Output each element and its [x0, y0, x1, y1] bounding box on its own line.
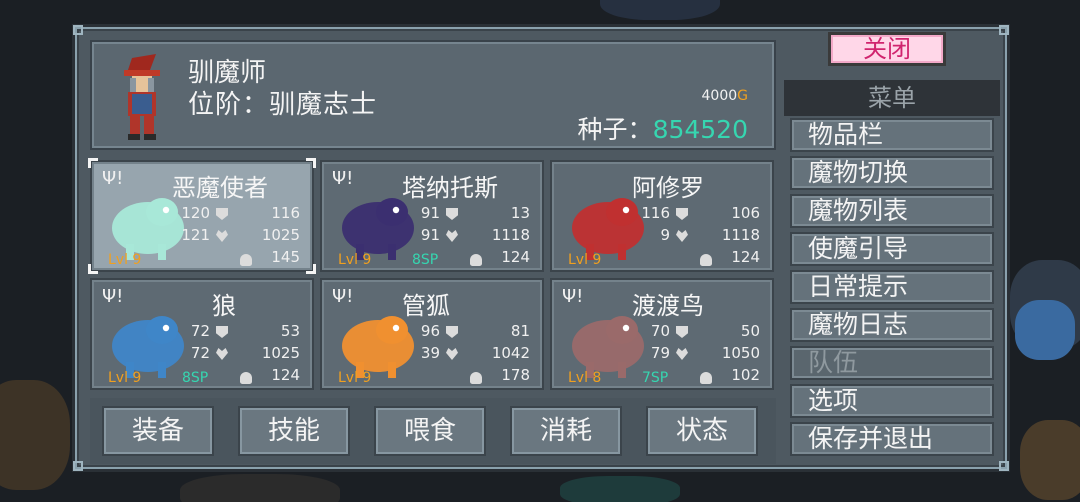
menu-item-monster-list[interactable]: 魔物列表 — [790, 194, 994, 228]
monster-level: Lvl 9 — [108, 252, 142, 268]
player-rank: 位阶：驯魔志士 — [188, 90, 378, 120]
monster-name: 狼 — [212, 292, 236, 320]
stat-defense: 13 — [510, 204, 530, 222]
stat-magic: 121 — [181, 226, 210, 244]
shield-icon — [676, 326, 688, 338]
shield-icon — [216, 326, 228, 338]
stat-attack: 70 — [650, 322, 670, 340]
stat-defense: 81 — [510, 322, 530, 340]
stat-mana: 145 — [271, 248, 300, 266]
consume-button[interactable]: 消耗 — [510, 406, 622, 456]
card-demon-envoy[interactable]: Ψ! 恶魔使者 120 116 121 1025 145 Lvl 9 — [88, 158, 316, 274]
heart-icon — [216, 230, 228, 242]
mana-icon — [470, 254, 482, 266]
feed-button[interactable]: 喂食 — [374, 406, 486, 456]
monster-skill-points: 8SP — [182, 370, 209, 386]
stat-attack: 91 — [420, 204, 440, 222]
selection-corner — [306, 264, 316, 274]
stat-magic: 9 — [660, 226, 670, 244]
player-portrait — [124, 54, 160, 140]
stat-health: 1118 — [721, 226, 760, 244]
status-button[interactable]: 状态 — [646, 406, 758, 456]
mana-icon — [700, 254, 712, 266]
stat-magic: 72 — [190, 344, 210, 362]
shield-icon — [676, 208, 688, 220]
monster-skill-points: 7SP — [642, 370, 669, 386]
stat-magic: 91 — [420, 226, 440, 244]
selection-corner — [306, 158, 316, 168]
stat-health: 1042 — [491, 344, 530, 362]
shield-icon — [446, 208, 458, 220]
seed-display: 种子：854520 — [577, 115, 748, 144]
menu-item-options[interactable]: 选项 — [790, 384, 994, 418]
stat-magic: 79 — [650, 344, 670, 362]
player-info-panel: 驯魔师 位阶：驯魔志士 4000G 种子：854520 — [90, 40, 776, 150]
card-dodo[interactable]: Ψ! 渡渡鸟 70 50 79 1050 102 Lvl 8 7SP — [550, 278, 774, 390]
stat-mana: 124 — [501, 248, 530, 266]
card-thanatos[interactable]: Ψ! 塔纳托斯 91 13 91 1118 124 Lvl 9 8SP — [320, 160, 544, 272]
shield-icon — [446, 326, 458, 338]
monster-name: 管狐 — [402, 292, 450, 320]
monster-name: 渡渡鸟 — [632, 292, 704, 320]
stat-mana: 124 — [731, 248, 760, 266]
menu-item-monster-journal[interactable]: 魔物日志 — [790, 308, 994, 342]
card-asura[interactable]: 阿修罗 116 106 9 1118 124 Lvl 9 — [550, 160, 774, 272]
stat-health: 1118 — [491, 226, 530, 244]
selection-corner — [88, 158, 98, 168]
monster-level: Lvl 9 — [108, 370, 142, 386]
skills-button[interactable]: 技能 — [238, 406, 350, 456]
mana-icon — [240, 254, 252, 266]
stat-mana: 102 — [731, 366, 760, 384]
card-kuda-fox[interactable]: Ψ! 管狐 96 81 39 1042 178 Lvl 9 — [320, 278, 544, 390]
monster-skill-points: 8SP — [412, 252, 439, 268]
stat-attack: 96 — [420, 322, 440, 340]
heart-icon — [446, 348, 458, 360]
shield-icon — [216, 208, 228, 220]
heart-icon — [676, 348, 688, 360]
menu-item-monster-switch[interactable]: 魔物切换 — [790, 156, 994, 190]
mana-icon — [240, 372, 252, 384]
monster-level: Lvl 8 — [568, 370, 602, 386]
stat-health: 1025 — [261, 344, 300, 362]
heart-icon — [676, 230, 688, 242]
stat-magic: 39 — [420, 344, 440, 362]
stat-defense: 53 — [280, 322, 300, 340]
card-wolf[interactable]: Ψ! 狼 72 53 72 1025 124 Lvl 9 8SP — [90, 278, 314, 390]
monster-name: 恶魔使者 — [172, 174, 268, 202]
stat-mana: 124 — [271, 366, 300, 384]
stat-health: 1050 — [721, 344, 760, 362]
heart-icon — [216, 348, 228, 360]
monster-level: Lvl 9 — [338, 370, 372, 386]
stat-attack: 72 — [190, 322, 210, 340]
close-button[interactable]: 关闭 — [828, 32, 946, 66]
heart-icon — [446, 230, 458, 242]
stat-defense: 106 — [731, 204, 760, 222]
menu-title: 菜单 — [784, 80, 1000, 116]
seed-value: 854520 — [652, 115, 748, 144]
selection-corner — [88, 264, 98, 274]
stat-attack: 120 — [181, 204, 210, 222]
stat-health: 1025 — [261, 226, 300, 244]
monster-level: Lvl 9 — [568, 252, 602, 268]
menu-item-familiar-guide[interactable]: 使魔引导 — [790, 232, 994, 266]
stat-defense: 50 — [740, 322, 760, 340]
menu-item-daily-tips[interactable]: 日常提示 — [790, 270, 994, 304]
stat-defense: 116 — [271, 204, 300, 222]
monster-name: 塔纳托斯 — [402, 174, 498, 202]
mana-icon — [700, 372, 712, 384]
equip-button[interactable]: 装备 — [102, 406, 214, 456]
gold-amount: 4000G — [701, 88, 749, 104]
menu-item-party: 队伍 — [790, 346, 994, 380]
stat-attack: 116 — [641, 204, 670, 222]
monster-name: 阿修罗 — [632, 174, 704, 202]
mana-icon — [470, 372, 482, 384]
monster-level: Lvl 9 — [338, 252, 372, 268]
stat-mana: 178 — [501, 366, 530, 384]
menu-item-inventory[interactable]: 物品栏 — [790, 118, 994, 152]
menu-item-save-quit[interactable]: 保存并退出 — [790, 422, 994, 456]
